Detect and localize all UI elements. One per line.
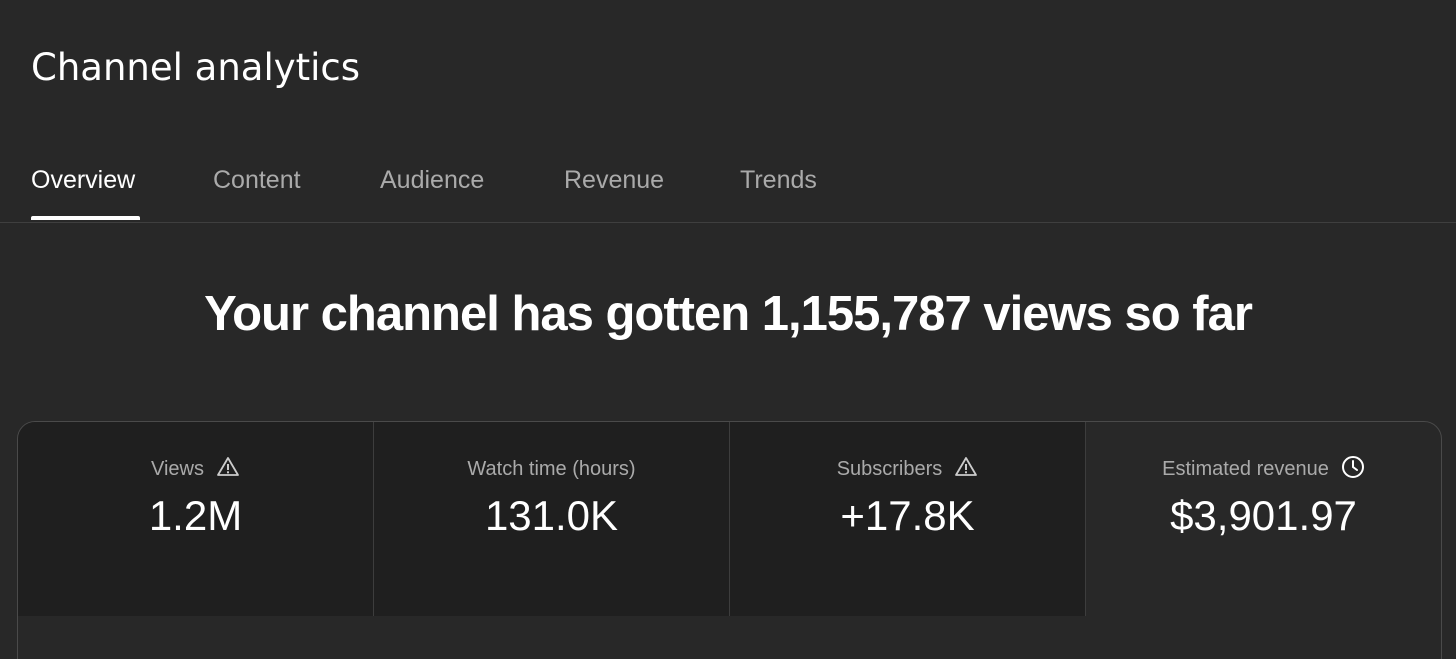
metric-estimated-revenue[interactable]: Estimated revenue $3,901.97: [1086, 422, 1441, 616]
tab-content[interactable]: Content: [213, 164, 301, 196]
warning-icon[interactable]: [954, 455, 978, 479]
tab-audience[interactable]: Audience: [380, 164, 484, 196]
metric-value: 131.0K: [484, 492, 619, 539]
metric-value: +17.8K: [840, 492, 975, 539]
metric-watch-time[interactable]: Watch time (hours) 131.0K: [374, 422, 730, 616]
metric-label: Subscribers: [836, 458, 943, 480]
tab-trends[interactable]: Trends: [740, 164, 817, 196]
metric-label: Estimated revenue: [1162, 458, 1329, 480]
metric-value: $3,901.97: [1170, 492, 1357, 539]
views-headline: Your channel has gotten 1,155,787 views …: [204, 287, 1253, 341]
active-tab-indicator: [31, 216, 140, 220]
warning-icon[interactable]: [216, 455, 240, 479]
metric-value: 1.2M: [148, 492, 243, 539]
page-title: Channel analytics: [31, 46, 361, 89]
tabs-divider: [0, 222, 1456, 223]
analytics-tabs: Overview Content Audience Revenue Trends: [0, 140, 1456, 222]
tab-revenue[interactable]: Revenue: [564, 164, 664, 196]
clock-icon[interactable]: [1341, 455, 1365, 479]
metric-views[interactable]: Views 1.2M: [18, 422, 374, 616]
metric-label: Views: [151, 458, 204, 480]
metric-subscribers[interactable]: Subscribers +17.8K: [730, 422, 1086, 616]
channel-analytics-page: Channel analytics Overview Content Audie…: [0, 0, 1456, 659]
key-metrics-card: Views 1.2M Watch time (hours) 131.0K Sub…: [17, 421, 1442, 659]
metric-label: Watch time (hours): [467, 458, 636, 480]
tab-overview[interactable]: Overview: [31, 164, 135, 196]
